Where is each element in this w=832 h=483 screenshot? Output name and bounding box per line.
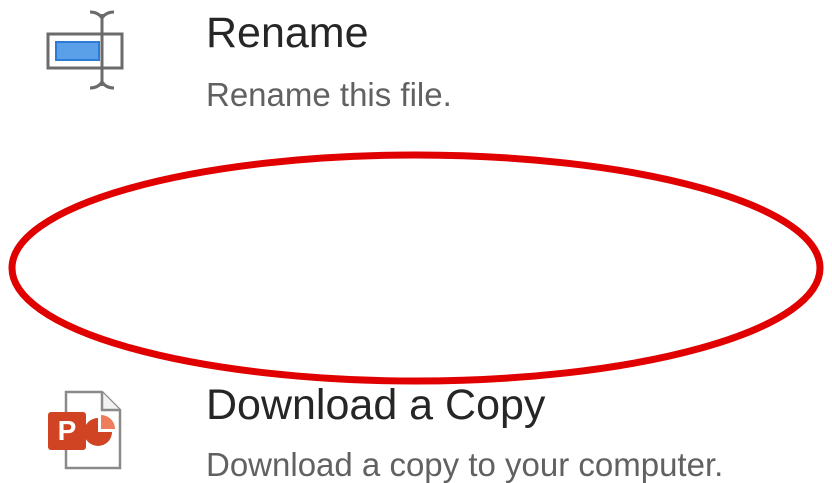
- download-copy-description: Download a copy to your computer.: [206, 446, 724, 483]
- download-copy-menu-item[interactable]: P Download a Copy Download a copy to you…: [0, 170, 832, 481]
- rename-menu-item[interactable]: Rename Rename this file.: [0, 0, 832, 118]
- rename-description: Rename this file.: [206, 76, 452, 113]
- powerpoint-file-icon: P: [48, 390, 122, 470]
- rename-title: Rename: [206, 9, 369, 57]
- download-copy-title: Download a Copy: [206, 381, 546, 429]
- powerpoint-letter: P: [58, 415, 77, 446]
- rename-icon: [46, 10, 124, 90]
